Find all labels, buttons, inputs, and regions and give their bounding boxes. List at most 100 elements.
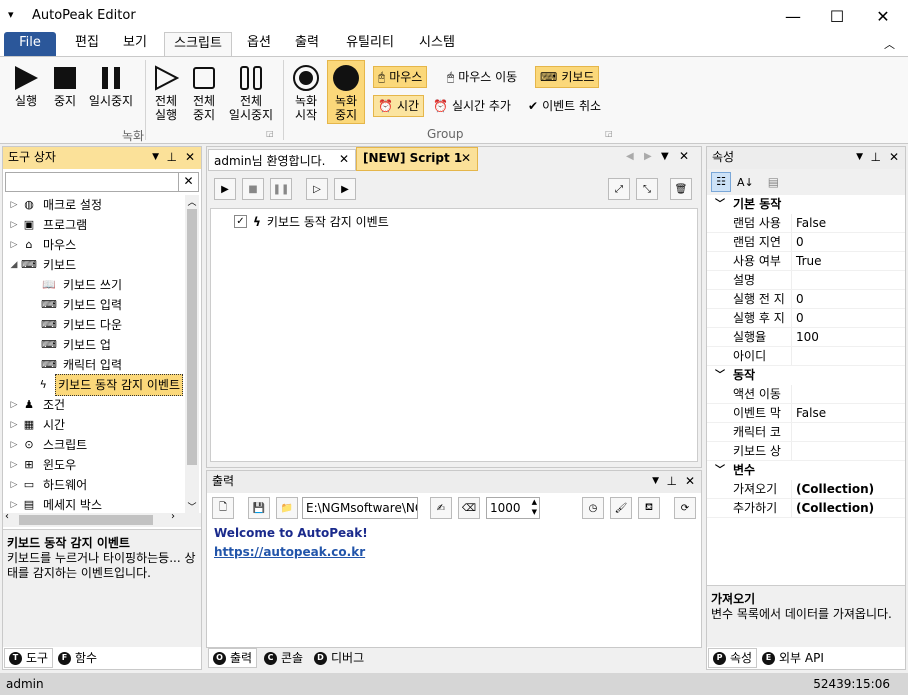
delete-button[interactable]: 🗑: [670, 178, 692, 200]
property-category[interactable]: ﹀ 동작: [707, 366, 905, 385]
tab-edit[interactable]: 편집: [66, 32, 108, 56]
run-all-button[interactable]: 전체 실행: [150, 64, 182, 122]
scroll-right-icon[interactable]: ›: [171, 511, 175, 522]
property-row[interactable]: 실행 전 지 0: [707, 290, 905, 309]
tab-output[interactable]: 출력: [286, 32, 328, 56]
time-toggle-button[interactable]: ⏰ 시간: [373, 95, 425, 117]
tree-item[interactable]: ▷ ⊞ 윈도우: [7, 455, 183, 475]
tab-console[interactable]: C 콘솔: [260, 648, 307, 668]
tab-list-icon[interactable]: ▼: [661, 151, 669, 162]
property-category[interactable]: ﹀ 변수: [707, 461, 905, 480]
property-value[interactable]: [791, 442, 905, 460]
tree-item[interactable]: ▷ ▭ 하드웨어: [7, 475, 183, 495]
property-value[interactable]: [791, 385, 905, 403]
tab-utility[interactable]: 유틸리티: [338, 32, 402, 56]
property-row[interactable]: 아이디: [707, 347, 905, 366]
sort-az-icon[interactable]: A↓: [737, 176, 754, 189]
toolbar-pause-button[interactable]: ❚❚: [270, 178, 292, 200]
collapse-chevron-icon[interactable]: ﹀: [707, 461, 733, 480]
tree-item[interactable]: ⌨ 키보드 다운: [7, 315, 183, 335]
mouse-move-button[interactable]: 🖱 마우스 이동: [443, 66, 521, 88]
dropdown-icon[interactable]: ▼: [652, 471, 659, 491]
toolbar-run-selected-button[interactable]: ▷: [306, 178, 328, 200]
close-tab-icon[interactable]: ✕: [339, 152, 349, 166]
collapse-all-button[interactable]: ⤡: [636, 178, 658, 200]
property-row[interactable]: 액션 이동: [707, 385, 905, 404]
property-value[interactable]: 100: [791, 328, 905, 346]
toolbar-run-button[interactable]: ▶: [214, 178, 236, 200]
scroll-down-icon[interactable]: ﹀: [185, 500, 199, 513]
tree-item[interactable]: ▷ ⊙ 스크립트: [7, 435, 183, 455]
stop-button[interactable]: 중지: [50, 64, 80, 108]
property-value[interactable]: False: [791, 404, 905, 422]
tab-system[interactable]: 시스템: [412, 32, 462, 56]
tree-item[interactable]: ▷ ▦ 시간: [7, 415, 183, 435]
save-output-button[interactable]: 💾: [248, 497, 270, 519]
expand-arrow-icon[interactable]: ◢: [7, 255, 21, 275]
tree-item[interactable]: ▷ ♟ 조건: [7, 395, 183, 415]
expand-arrow-icon[interactable]: ▷: [7, 395, 21, 415]
property-row[interactable]: 실행율 100: [707, 328, 905, 347]
minimize-button[interactable]: —: [770, 0, 816, 32]
property-row[interactable]: 키보드 상: [707, 442, 905, 461]
dialog-launcher-icon[interactable]: ◲: [266, 129, 274, 138]
property-category[interactable]: ﹀ 기본 동작: [707, 195, 905, 214]
property-value[interactable]: 0: [791, 309, 905, 327]
tree-horizontal-scrollbar[interactable]: ‹ ›: [3, 511, 201, 527]
tree-item[interactable]: ϟ 키보드 동작 감지 이벤트: [7, 374, 183, 396]
expand-arrow-icon[interactable]: ▷: [7, 495, 21, 513]
item-checkbox[interactable]: ✓: [234, 215, 247, 228]
clean-button[interactable]: ✍: [430, 497, 452, 519]
keyboard-toggle-button[interactable]: ⌨ 키보드: [535, 66, 600, 88]
property-value[interactable]: [791, 347, 905, 365]
expand-arrow-icon[interactable]: ▷: [7, 455, 21, 475]
scroll-up-icon[interactable]: ︿: [185, 195, 199, 208]
property-row[interactable]: 설명: [707, 271, 905, 290]
dropdown-icon[interactable]: ▼: [856, 147, 863, 167]
event-cancel-button[interactable]: ✔ 이벤트 취소: [524, 95, 605, 117]
toolbar-run-from-button[interactable]: ▶: [334, 178, 356, 200]
stop-all-button[interactable]: 전체 중지: [188, 64, 220, 122]
scroll-tabs-right-icon[interactable]: ▶: [644, 151, 652, 162]
mouse-toggle-button[interactable]: 🖰 마우스: [373, 66, 428, 88]
window-menu-icon[interactable]: ▾: [8, 8, 14, 21]
property-value[interactable]: (Collection): [791, 480, 905, 498]
collapse-chevron-icon[interactable]: ﹀: [707, 366, 733, 385]
collapse-ribbon-icon[interactable]: ︿: [884, 36, 895, 52]
expand-arrow-icon[interactable]: ▷: [7, 215, 21, 235]
tree-item[interactable]: ◢ ⌨ 키보드: [7, 255, 183, 275]
open-folder-button[interactable]: 📁: [276, 497, 298, 519]
close-button[interactable]: ✕: [860, 0, 906, 32]
property-value[interactable]: (Collection): [791, 499, 905, 517]
expand-arrow-icon[interactable]: ▷: [7, 415, 21, 435]
expand-arrow-icon[interactable]: ▷: [7, 475, 21, 495]
property-row[interactable]: 사용 여부 True: [707, 252, 905, 271]
timer-button[interactable]: ◷: [582, 497, 604, 519]
expand-all-button[interactable]: ⤢: [608, 178, 630, 200]
property-pages-icon[interactable]: ▤: [768, 175, 779, 189]
toolbox-search[interactable]: ✕: [5, 172, 199, 192]
tab-options[interactable]: 옵션: [238, 32, 280, 56]
pause-button[interactable]: 일시중지: [86, 64, 136, 108]
tab-file[interactable]: File: [4, 32, 56, 56]
realtime-add-button[interactable]: ⏰ 실시간 추가: [429, 95, 515, 117]
scroll-thumb[interactable]: [187, 209, 197, 465]
categorized-icon[interactable]: ☷: [711, 172, 731, 192]
property-value[interactable]: [791, 423, 905, 441]
refresh-button[interactable]: ⟳: [674, 497, 696, 519]
fill-button[interactable]: ⛾: [638, 497, 660, 519]
tab-view[interactable]: 보기: [114, 32, 156, 56]
pin-icon[interactable]: ⊥: [667, 471, 677, 491]
tab-tools[interactable]: T 도구: [4, 648, 54, 668]
maximize-button[interactable]: ☐: [814, 0, 860, 32]
pause-all-button[interactable]: 전체 일시중지: [226, 64, 276, 122]
close-tab-icon[interactable]: ✕: [461, 151, 471, 165]
record-start-button[interactable]: 녹화 시작: [290, 64, 322, 122]
tree-item[interactable]: ▷ ⌂ 마우스: [7, 235, 183, 255]
record-stop-button[interactable]: 녹화 중지: [327, 60, 365, 124]
expand-arrow-icon[interactable]: ▷: [7, 435, 21, 455]
expand-arrow-icon[interactable]: ▷: [7, 235, 21, 255]
tree-item[interactable]: ⌨ 키보드 업: [7, 335, 183, 355]
close-panel-icon[interactable]: ✕: [889, 147, 899, 167]
tab-debug[interactable]: D 디버그: [310, 648, 368, 668]
